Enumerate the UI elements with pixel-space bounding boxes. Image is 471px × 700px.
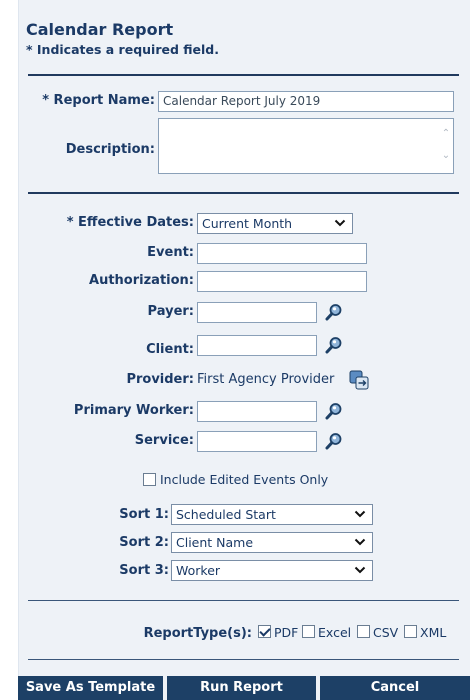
required-field-note: * Indicates a required field. — [26, 42, 219, 57]
authorization-label: Authorization: — [89, 273, 194, 288]
sort2-value: Client Name — [176, 535, 254, 550]
sort3-label: Sort 3: — [119, 563, 169, 578]
chevron-down-icon — [334, 219, 346, 227]
divider — [28, 74, 459, 76]
xml-checkbox[interactable] — [404, 625, 417, 638]
chevron-down-icon — [354, 538, 366, 546]
page-title: Calendar Report — [26, 20, 174, 39]
save-as-template-button[interactable]: Save As Template — [18, 676, 163, 700]
effective-dates-select[interactable]: Current Month — [197, 213, 353, 234]
client-label: Client: — [146, 342, 194, 357]
xml-label: XML — [420, 625, 447, 640]
report-types-label: ReportType(s): — [143, 626, 252, 641]
include-edited-checkbox[interactable] — [143, 473, 156, 486]
sort3-value: Worker — [176, 563, 221, 578]
event-input[interactable] — [197, 243, 367, 264]
payer-input[interactable] — [197, 302, 317, 323]
sort3-select[interactable]: Worker — [171, 560, 373, 581]
sort2-select[interactable]: Client Name — [171, 532, 373, 553]
csv-checkbox[interactable] — [357, 625, 370, 638]
divider — [28, 659, 459, 660]
search-icon[interactable] — [324, 401, 344, 421]
sort1-label: Sort 1: — [119, 507, 169, 522]
report-name-input[interactable]: Calendar Report July 2019 — [158, 91, 454, 112]
effective-dates-value: Current Month — [202, 216, 293, 231]
sort1-select[interactable]: Scheduled Start — [171, 504, 373, 525]
description-textarea[interactable]: ⌃ ⌄ — [158, 118, 454, 174]
sort1-value: Scheduled Start — [176, 507, 276, 522]
report-name-label: * Report Name: — [42, 93, 155, 108]
run-report-button[interactable]: Run Report — [167, 676, 316, 700]
pdf-checkbox[interactable] — [258, 625, 271, 638]
change-provider-icon[interactable] — [349, 370, 369, 390]
provider-value: First Agency Provider — [197, 372, 335, 387]
search-icon[interactable] — [324, 431, 344, 451]
effective-dates-label: * Effective Dates: — [66, 215, 194, 230]
service-label: Service: — [134, 433, 194, 448]
excel-checkbox[interactable] — [302, 625, 315, 638]
search-icon[interactable] — [324, 302, 344, 322]
description-label: Description: — [65, 142, 155, 157]
event-label: Event: — [147, 245, 194, 260]
client-input[interactable] — [197, 335, 317, 356]
sort2-label: Sort 2: — [119, 535, 169, 550]
provider-label: Provider: — [126, 372, 194, 387]
search-icon[interactable] — [324, 335, 344, 355]
chevron-down-icon — [354, 510, 366, 518]
csv-label: CSV — [373, 625, 399, 640]
primary-worker-input[interactable] — [197, 401, 317, 422]
cancel-button[interactable]: Cancel — [320, 676, 470, 700]
divider — [28, 600, 459, 601]
payer-label: Payer: — [147, 304, 194, 319]
textarea-scrollbar[interactable]: ⌃ ⌄ — [441, 123, 451, 167]
pdf-label: PDF — [274, 625, 299, 640]
primary-worker-label: Primary Worker: — [73, 403, 194, 418]
excel-label: Excel — [318, 625, 352, 640]
chevron-down-icon — [354, 566, 366, 574]
divider — [28, 192, 459, 194]
authorization-input[interactable] — [197, 271, 367, 292]
service-input[interactable] — [197, 431, 317, 452]
include-edited-label: Include Edited Events Only — [160, 472, 329, 487]
